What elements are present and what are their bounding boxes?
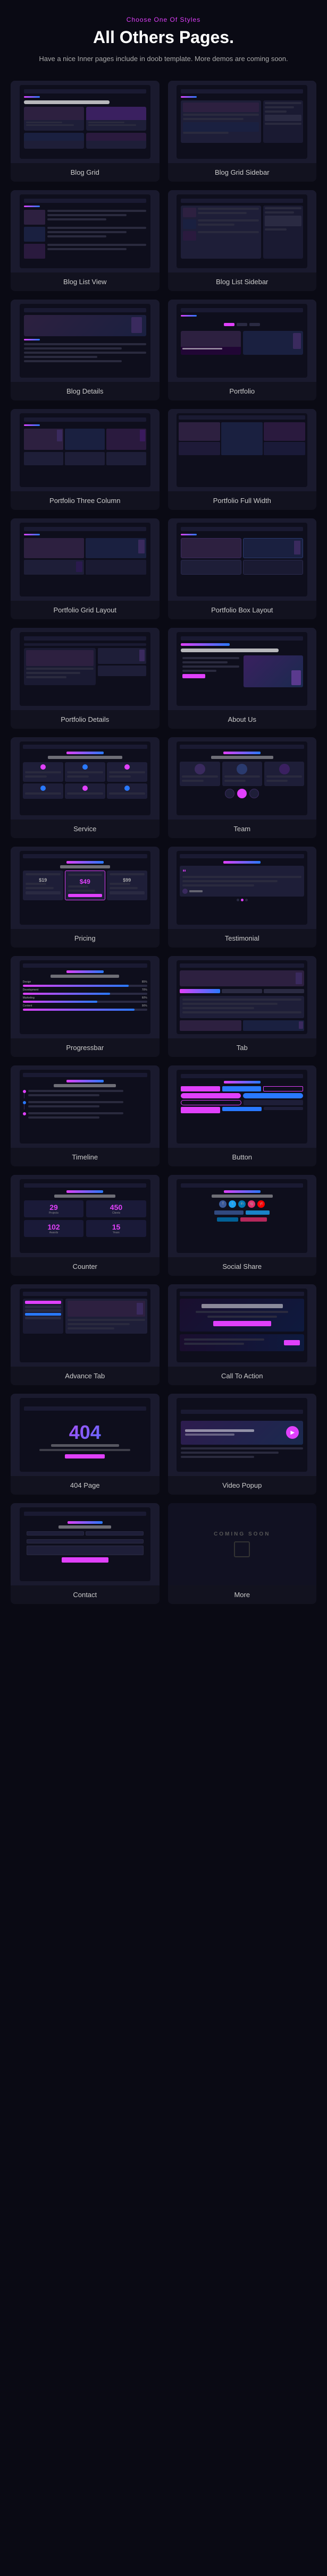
coming-soon-text: COMING SOON	[214, 1503, 270, 1585]
card-portfolio[interactable]: Portfolio	[168, 300, 317, 400]
card-label-more: More	[230, 1585, 254, 1604]
card-404-page[interactable]: 404 404 Page	[11, 1394, 160, 1495]
thumb-blog-list-sidebar	[168, 190, 317, 272]
card-label-portfolio-three-column: Portfolio Three Column	[45, 491, 124, 510]
card-label-blog-grid: Blog Grid	[66, 163, 104, 182]
thumb-portfolio-full-width	[168, 409, 317, 491]
card-blog-grid[interactable]: Blog Grid	[11, 81, 160, 182]
card-pricing[interactable]: $19 $49	[11, 847, 160, 948]
card-label-blog-list-view: Blog List View	[59, 272, 111, 291]
card-label-advance-tab: Advance Tab	[61, 1367, 109, 1385]
card-label-404-page: 404 Page	[66, 1476, 104, 1495]
thumb-counter: 29 Projects 450 Clients 102 Awards 15	[11, 1175, 160, 1257]
card-service[interactable]: Service	[11, 737, 160, 838]
card-blog-list-view[interactable]: Blog List View	[11, 190, 160, 291]
card-label-portfolio-grid-layout: Portfolio Grid Layout	[49, 601, 121, 619]
thumb-testimonial: "	[168, 847, 317, 929]
card-label-progressbar: Progressbar	[62, 1038, 108, 1057]
thumb-pricing: $19 $49	[11, 847, 160, 929]
thumb-contact	[11, 1503, 160, 1585]
thumb-portfolio	[168, 300, 317, 382]
card-label-video-popup: Video Popup	[218, 1476, 266, 1495]
cards-grid: Blog Grid	[11, 81, 316, 1604]
header-subtitle: Choose One Of Styles	[11, 16, 316, 23]
card-team[interactable]: Team	[168, 737, 317, 838]
page-title: All Others Pages.	[11, 28, 316, 47]
card-more[interactable]: COMING SOON More	[168, 1503, 317, 1604]
card-advance-tab[interactable]: Advance Tab	[11, 1284, 160, 1385]
card-label-portfolio-full-width: Portfolio Full Width	[209, 491, 275, 510]
thumb-progressbar: Design 85% Development 70%	[11, 956, 160, 1038]
thumb-team	[168, 737, 317, 820]
header-description: Have a nice Inner pages include in doob …	[11, 54, 316, 65]
thumb-404-page: 404	[11, 1394, 160, 1476]
card-label-social-share: Social Share	[218, 1257, 266, 1276]
thumb-portfolio-three-column	[11, 409, 160, 491]
card-label-team: Team	[229, 820, 255, 838]
card-video-popup[interactable]: ▶ Video Popup	[168, 1394, 317, 1495]
card-label-contact: Contact	[69, 1585, 101, 1604]
thumb-call-to-action	[168, 1284, 317, 1367]
card-about-us[interactable]: About Us	[168, 628, 317, 729]
card-blog-details[interactable]: Blog Details	[11, 300, 160, 400]
card-portfolio-grid-layout[interactable]: Portfolio Grid Layout	[11, 518, 160, 619]
thumb-button	[168, 1065, 317, 1148]
thumb-tab	[168, 956, 317, 1038]
thumb-service	[11, 737, 160, 820]
card-label-portfolio: Portfolio	[225, 382, 259, 400]
thumb-timeline	[11, 1065, 160, 1148]
card-label-pricing: Pricing	[70, 929, 100, 948]
card-portfolio-full-width[interactable]: Portfolio Full Width	[168, 409, 317, 510]
card-label-about-us: About Us	[224, 710, 261, 729]
thumb-portfolio-box-layout	[168, 518, 317, 601]
card-testimonial[interactable]: " Testimoni	[168, 847, 317, 948]
card-timeline[interactable]: Timeline	[11, 1065, 160, 1166]
card-label-portfolio-details: Portfolio Details	[56, 710, 113, 729]
card-label-blog-list-sidebar: Blog List Sidebar	[212, 272, 272, 291]
thumb-portfolio-grid-layout	[11, 518, 160, 601]
thumb-blog-list-view	[11, 190, 160, 272]
card-blog-list-sidebar[interactable]: Blog List Sidebar	[168, 190, 317, 291]
thumb-more: COMING SOON	[168, 1503, 317, 1585]
card-social-share[interactable]: f t in ig yt Social Sha	[168, 1175, 317, 1276]
card-button[interactable]: Button	[168, 1065, 317, 1166]
card-portfolio-details[interactable]: Portfolio Details	[11, 628, 160, 729]
thumb-about-us	[168, 628, 317, 710]
card-blog-grid-sidebar[interactable]: Blog Grid Sidebar	[168, 81, 317, 182]
page-wrapper: Choose One Of Styles All Others Pages. H…	[0, 0, 327, 1625]
card-portfolio-box-layout[interactable]: Portfolio Box Layout	[168, 518, 317, 619]
card-label-timeline: Timeline	[68, 1148, 102, 1166]
card-label-call-to-action: Call To Action	[217, 1367, 267, 1385]
card-portfolio-three-column[interactable]: Portfolio Three Column	[11, 409, 160, 510]
card-call-to-action[interactable]: Call To Action	[168, 1284, 317, 1385]
card-label-testimonial: Testimonial	[221, 929, 264, 948]
card-label-service: Service	[69, 820, 100, 838]
thumb-social-share: f t in ig yt	[168, 1175, 317, 1257]
card-label-tab: Tab	[232, 1038, 252, 1057]
card-progressbar[interactable]: Design 85% Development 70%	[11, 956, 160, 1057]
card-label-button: Button	[228, 1148, 256, 1166]
page-header: Choose One Of Styles All Others Pages. H…	[11, 16, 316, 65]
card-label-portfolio-box-layout: Portfolio Box Layout	[207, 601, 277, 619]
thumb-blog-details	[11, 300, 160, 382]
thumb-video-popup: ▶	[168, 1394, 317, 1476]
card-contact[interactable]: Contact	[11, 1503, 160, 1604]
thumb-advance-tab	[11, 1284, 160, 1367]
card-label-counter: Counter	[69, 1257, 102, 1276]
card-tab[interactable]: Tab	[168, 956, 317, 1057]
card-label-blog-details: Blog Details	[62, 382, 107, 400]
thumb-blog-grid-sidebar	[168, 81, 317, 163]
card-counter[interactable]: 29 Projects 450 Clients 102 Awards 15	[11, 1175, 160, 1276]
card-label-blog-grid-sidebar: Blog Grid Sidebar	[211, 163, 274, 182]
thumb-portfolio-details	[11, 628, 160, 710]
thumb-blog-grid	[11, 81, 160, 163]
